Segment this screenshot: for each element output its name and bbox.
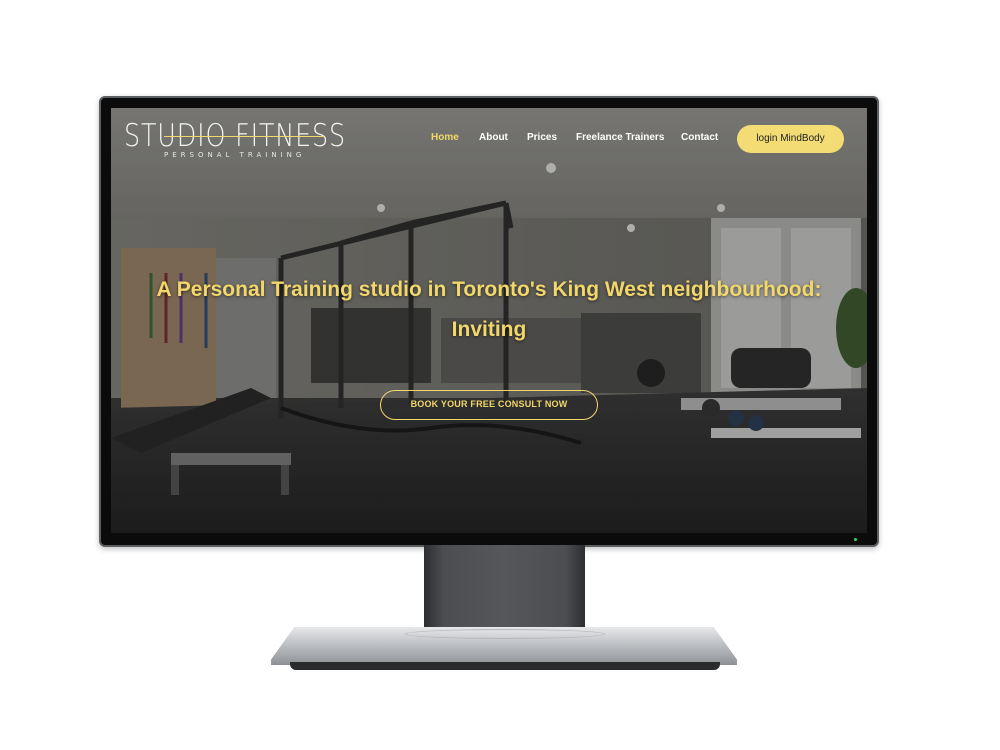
- site-logo[interactable]: STUDIO FITNESS PERSONAL TRAINING: [124, 118, 345, 166]
- login-mindbody-button[interactable]: login MindBody: [737, 125, 844, 153]
- monitor-stand-neck: [424, 545, 585, 637]
- book-consult-button[interactable]: BOOK YOUR FREE CONSULT NOW: [380, 390, 598, 420]
- hero-subtitle: Inviting: [451, 318, 527, 341]
- power-led-icon: [854, 538, 857, 541]
- stand-base-shadow: [290, 662, 720, 670]
- logo-tagline: PERSONAL TRAINING: [164, 151, 306, 159]
- hero-title: A Personal Training studio in Toronto's …: [156, 278, 822, 301]
- nav-item-home[interactable]: Home: [431, 132, 459, 143]
- nav-item-about[interactable]: About: [479, 132, 508, 143]
- nav-item-prices[interactable]: Prices: [527, 132, 557, 143]
- nav-item-freelance-trainers[interactable]: Freelance Trainers: [576, 132, 664, 143]
- website-screen: STUDIO FITNESS PERSONAL TRAINING Home Ab…: [111, 108, 867, 533]
- stand-base-ring: [405, 629, 605, 639]
- logo-heartbeat-line: [164, 136, 324, 137]
- nav-item-contact[interactable]: Contact: [681, 132, 718, 143]
- monitor-frame: STUDIO FITNESS PERSONAL TRAINING Home Ab…: [99, 96, 879, 547]
